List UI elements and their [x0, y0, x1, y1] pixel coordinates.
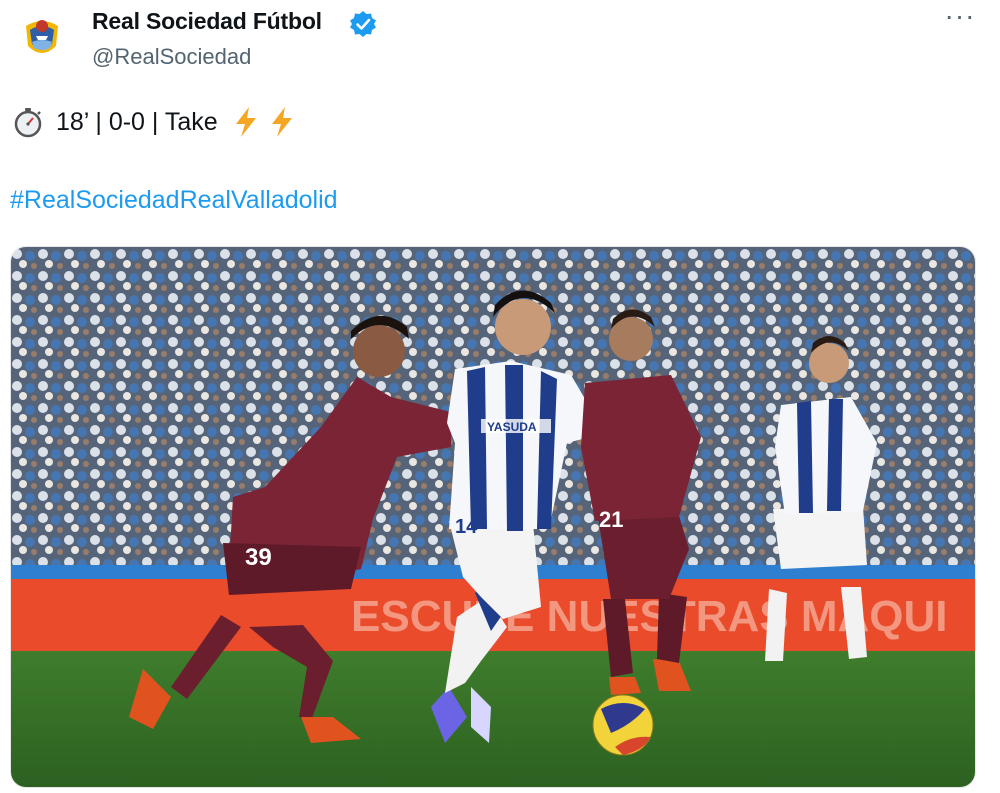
display-name[interactable]: Real Sociedad Fútbol	[92, 8, 322, 35]
lightning-icon	[268, 106, 296, 138]
player-number-21: 21	[599, 507, 623, 532]
tweet-header: Real Sociedad Fútbol @RealSociedad ···	[0, 0, 1000, 90]
tweet-text: 18’ | 0-0 | Take	[56, 107, 218, 136]
hashtag-link[interactable]: #RealSociedadRealValladolid	[10, 186, 338, 215]
real-sociedad-crest-icon[interactable]	[16, 12, 68, 64]
football	[592, 694, 654, 756]
stopwatch-icon	[12, 106, 44, 138]
lightning-icon	[232, 106, 260, 138]
tweet-text-line: 18’ | 0-0 | Take	[12, 104, 296, 140]
more-dots-icon[interactable]: ···	[944, 2, 976, 38]
account-handle[interactable]: @RealSociedad	[92, 44, 251, 70]
tweet-photo[interactable]: ESCUDE NUESTRAS MÁQUI 39 YASUDA 14 21	[10, 246, 976, 788]
sponsor-text: YASUDA	[487, 420, 537, 434]
verified-badge-icon	[349, 10, 377, 38]
player-number-14: 14	[455, 516, 478, 538]
player-number-39: 39	[245, 544, 272, 571]
